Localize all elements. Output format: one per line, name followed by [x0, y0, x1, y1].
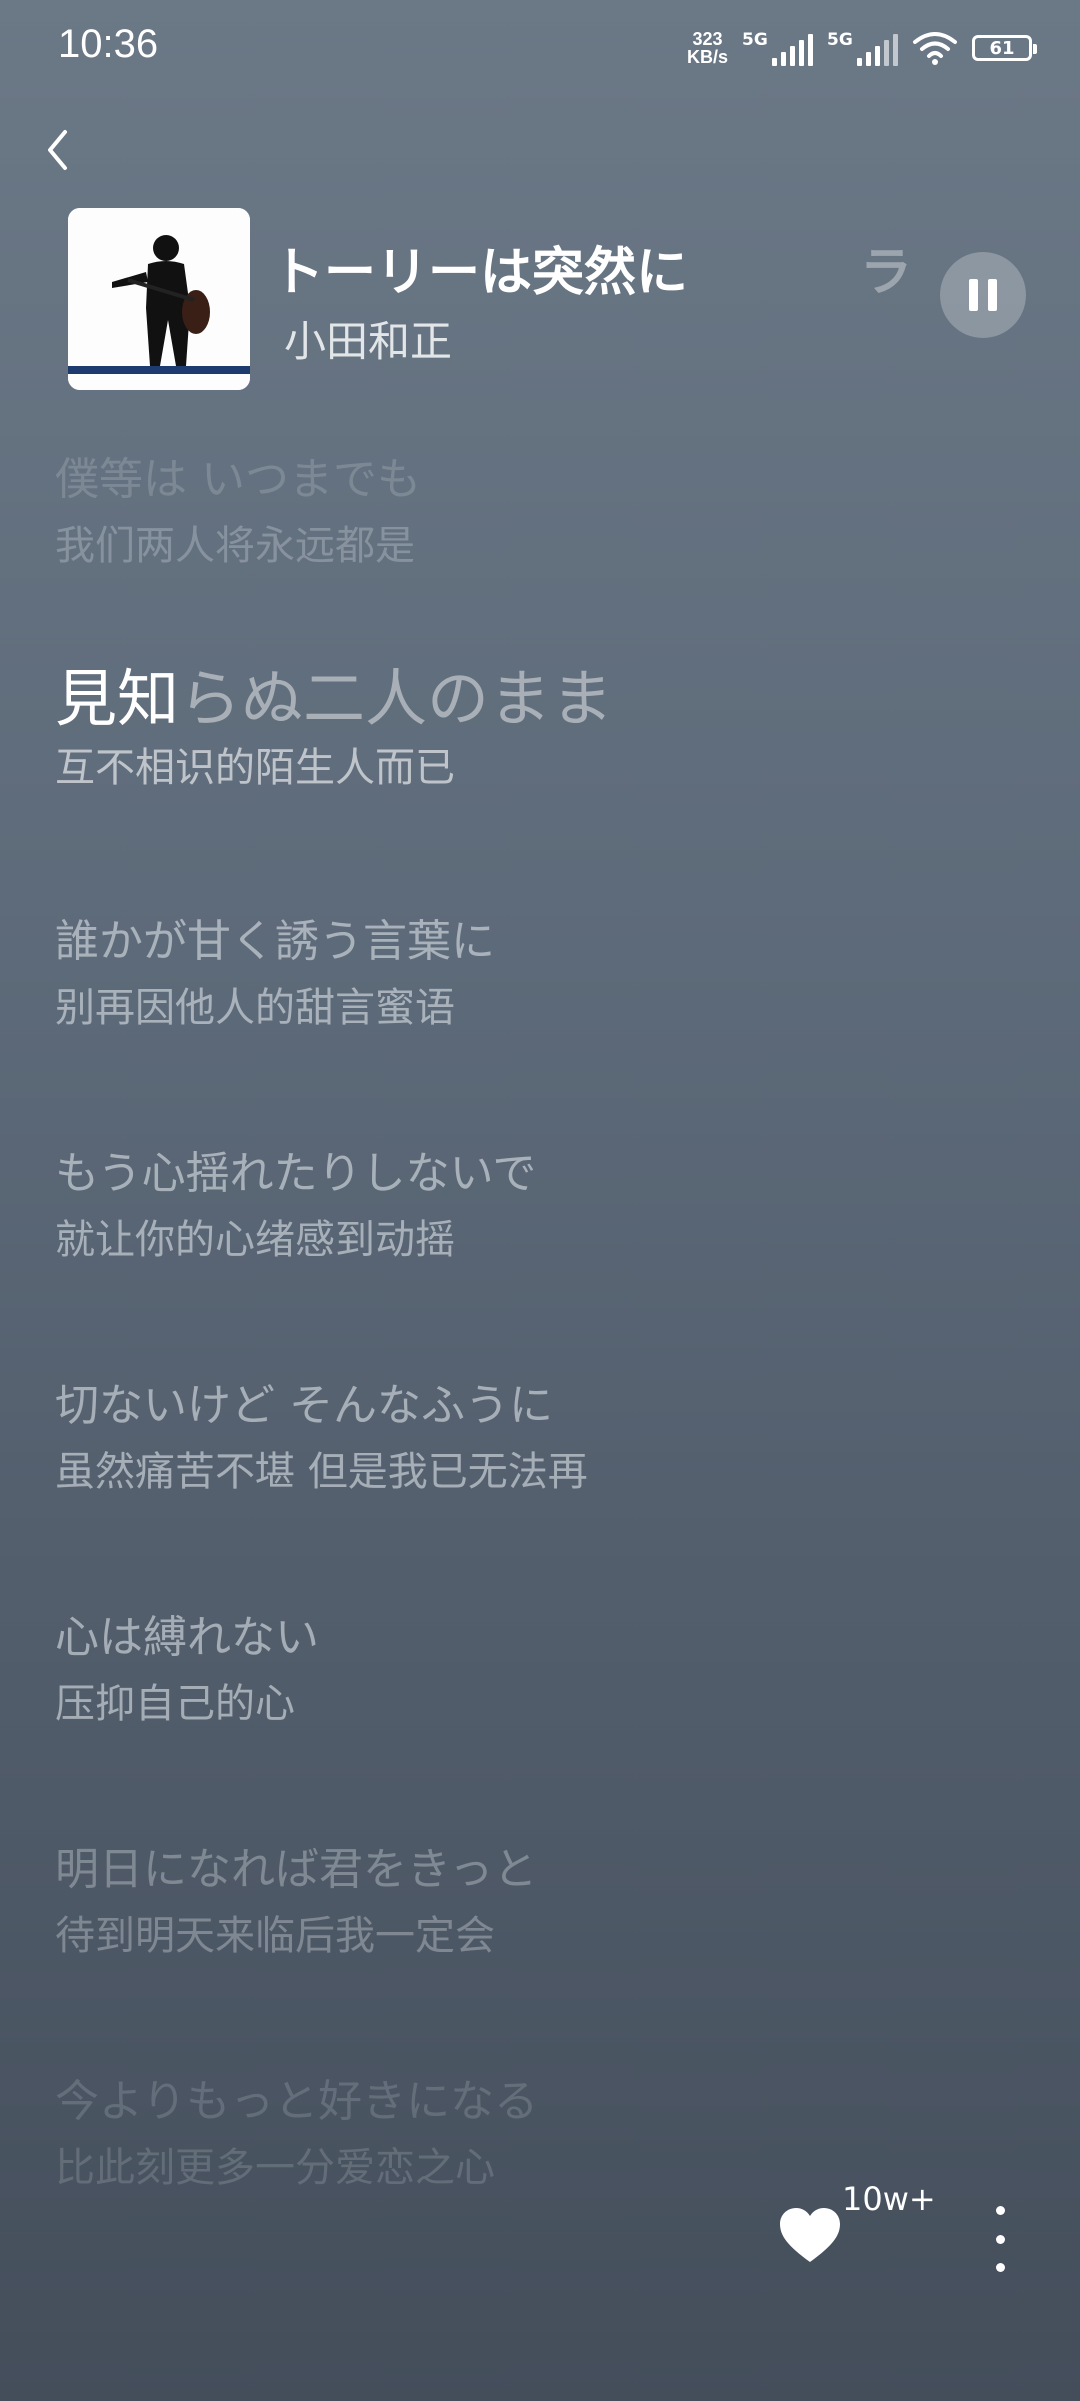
album-cover[interactable]	[68, 208, 250, 390]
heart-icon[interactable]	[778, 2206, 842, 2266]
more-icon	[995, 2206, 1005, 2215]
status-icons: 323 KB/s 5G 5G 61	[686, 29, 1037, 67]
signal-icon-sim1: 5G	[742, 30, 813, 66]
wifi-icon	[913, 32, 957, 65]
song-title-repeat: ラ	[860, 243, 913, 300]
lyric-line[interactable]: 明日になれば君をきっと 待到明天来临后我一定会	[55, 1840, 1055, 1966]
back-icon[interactable]	[30, 120, 90, 180]
lyric-line[interactable]: もう心揺れたりしないで 就让你的心绪感到动摇	[55, 1144, 1055, 1270]
lyric-line[interactable]: 誰かが甘く誘う言葉に 别再因他人的甜言蜜语	[55, 912, 1055, 1038]
pause-icon	[969, 279, 978, 311]
signal-icon-sim2: 5G	[827, 30, 898, 66]
status-time: 10:36	[58, 22, 159, 66]
network-speed: 323 KB/s	[686, 29, 728, 67]
song-title-marquee: ストーリーは突然に ラ	[280, 230, 950, 300]
status-bar: 10:36 323 KB/s 5G 5G 61	[0, 0, 1080, 100]
lyric-unsung-portion: らぬ二人のまま	[179, 662, 614, 735]
lyric-line[interactable]: 心は縛れない 压抑自己的心	[55, 1608, 1055, 1734]
lyric-line[interactable]: 僕等は いつまでも 我们两人将永远都是	[55, 450, 1055, 576]
lyric-line-current[interactable]: 見知らぬ二人のまま 互不相识的陌生人而已	[55, 660, 1055, 798]
pause-button[interactable]	[940, 252, 1026, 338]
artist-name[interactable]: 小田和正	[284, 308, 452, 369]
lyric-sung-portion: 見知	[55, 662, 180, 735]
now-playing-header: ストーリーは突然に ラ 小田和正	[68, 208, 1080, 390]
lyric-line[interactable]: 切ないけど そんなふうに 虽然痛苦不堪 但是我已无法再	[55, 1376, 1055, 1502]
like-count: 10w+	[842, 2180, 936, 2218]
album-cover-image	[68, 208, 250, 390]
battery-icon: 61	[972, 35, 1037, 61]
more-options-button[interactable]	[978, 2206, 1022, 2272]
song-title: ストーリーは突然に	[280, 243, 689, 300]
